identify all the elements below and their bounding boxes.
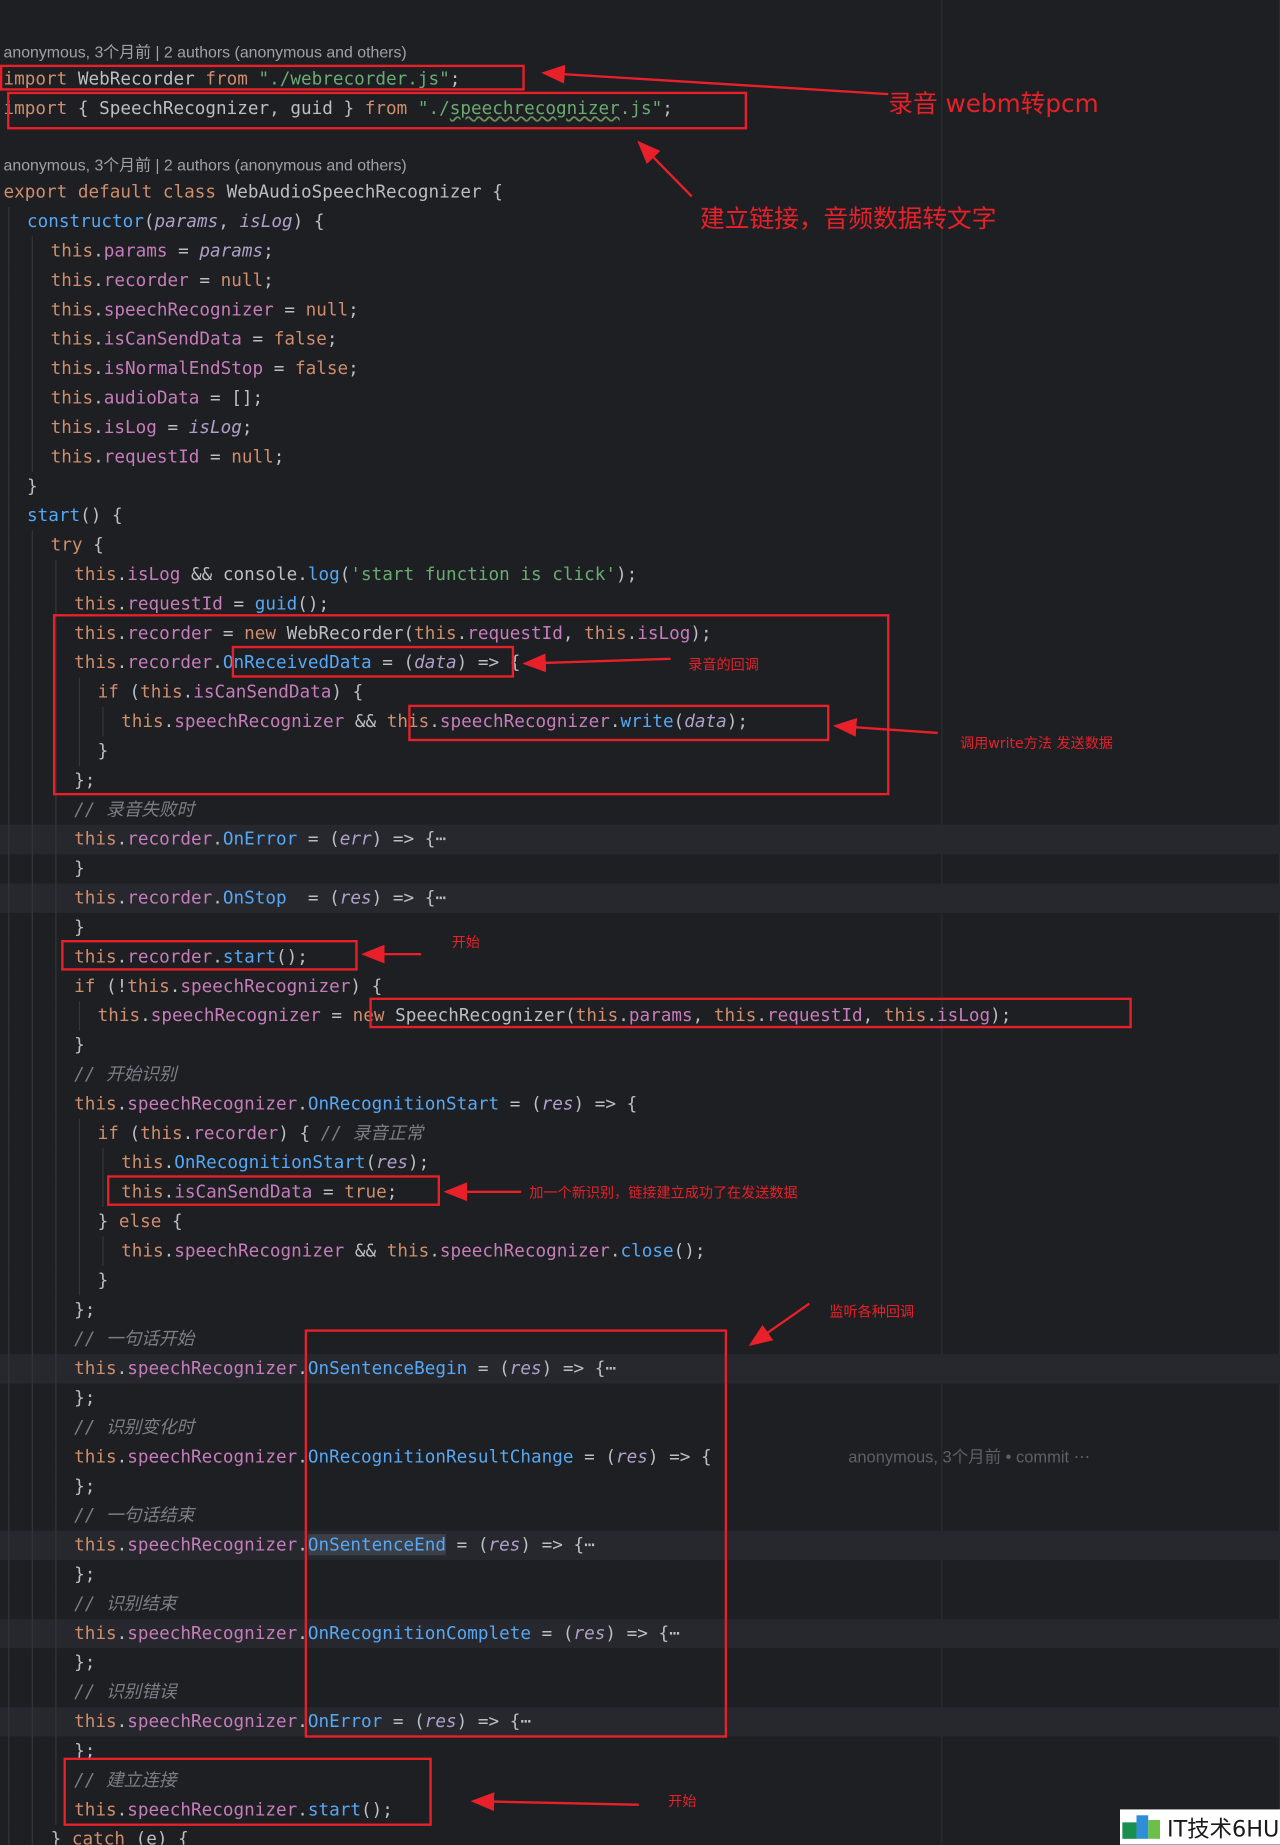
annotation-can-send-flag: 加一个新识别，链接建立成功了在发送数据	[529, 1184, 798, 1202]
annotation-arrows	[361, 64, 938, 1812]
annotation-recorder-start: 开始	[451, 934, 481, 951]
arrow-write-call	[832, 717, 938, 737]
arrow-import-recorder	[541, 64, 889, 96]
annotation-import-recognizer: 建立链接，音频数据转文字	[699, 204, 997, 233]
annotation-connect-start: 开始	[668, 1792, 697, 1810]
book-logo-icon	[1122, 1813, 1162, 1841]
arrow-import-recognizer	[637, 140, 693, 198]
arrow-listeners	[748, 1302, 811, 1347]
annotation-import-recorder: 录音 webm转pcm	[888, 89, 1099, 118]
arrow-on-received-data	[522, 653, 671, 673]
watermark-text: IT技术6HU	[1167, 1815, 1280, 1842]
watermark-badge: IT技术6HU	[1119, 1809, 1280, 1845]
annotation-write-call: 调用write方法 发送数据	[959, 735, 1113, 752]
arrow-connect-start	[470, 1792, 639, 1812]
annotation-listeners: 监听各种回调	[829, 1303, 915, 1320]
annotation-on-received-data: 录音的回调	[688, 656, 759, 673]
code-editor[interactable]: anonymous, 3个月前 | 2 authors (anonymous a…	[0, 0, 1280, 1845]
